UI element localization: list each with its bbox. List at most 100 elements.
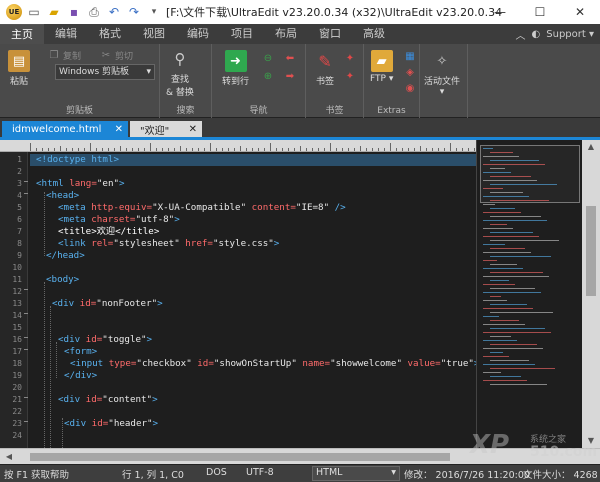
line-number: 18 [12,359,22,368]
status-line-ending[interactable]: DOS [206,467,227,478]
tab-advanced[interactable]: 高级 [352,24,396,44]
paste-button[interactable]: ▤ 粘贴 [8,50,30,87]
doc-tab-welcome[interactable]: "欢迎" ✕ [130,121,202,138]
new-file-icon[interactable]: ▭ [26,4,42,20]
undo-icon[interactable]: ↶ [106,4,122,20]
quick-access-dropdown-icon[interactable]: ▾ [146,4,162,20]
uc-icon: ◉ [405,82,415,94]
maximize-button[interactable]: ☐ [520,0,560,24]
fold-toggle-icon[interactable] [24,181,28,189]
extras-tool1-button[interactable]: ▦ [404,50,416,62]
minimap-line [490,344,537,345]
ruler-tick [174,148,175,151]
close-button[interactable]: ✕ [560,0,600,24]
active-file-button[interactable]: ✧ 活动文件 ▾ [424,50,460,98]
code-line-17: <form> [64,346,98,357]
code-line-21: <div id="content"> [58,394,158,405]
ftp-button[interactable]: ▰ FTP ▾ [370,50,393,84]
ruler-tick [132,148,133,151]
minimize-button[interactable]: — [480,0,520,24]
search-group: ⚲ 查找 & 替换 搜索 [160,44,212,118]
find-replace-button[interactable]: ⚲ 查找 & 替换 [166,48,194,98]
minimap-line [483,228,513,229]
line-number: 4 [17,191,22,200]
close-tab-icon[interactable]: ✕ [189,124,197,135]
close-tab-icon[interactable]: ✕ [115,124,123,135]
theme-icon[interactable]: ◐ [532,29,541,40]
redo-icon[interactable]: ↷ [126,4,142,20]
minimap-viewport[interactable] [480,145,580,203]
scroll-up-icon[interactable]: ▲ [582,140,600,154]
nav-next-button[interactable]: ➡ [284,70,296,82]
chevron-down-icon: ▾ [146,67,151,77]
collapse-ribbon-icon[interactable]: ︿ [516,27,526,42]
ruler-tick [198,148,199,151]
compare-icon: ◈ [406,66,414,78]
tab-view[interactable]: 视图 [132,24,176,44]
status-position[interactable]: 行 1, 列 1, C0 [122,467,184,481]
minimap-line [483,204,495,205]
bookmark-next-button[interactable]: ✦ [344,70,356,82]
extras-tool3-button[interactable]: ◉ [404,82,416,94]
status-encoding[interactable]: UTF-8 [246,467,274,478]
vertical-scroll-thumb[interactable] [586,206,596,296]
fold-toggle-icon[interactable] [24,193,28,201]
goto-line-button[interactable]: ➜ 转到行 [222,50,249,87]
scroll-left-icon[interactable]: ◀ [0,450,18,464]
clipboard-select[interactable]: Windows 剪贴板 ▾ [55,64,155,80]
doc-tab-idmwelcome[interactable]: idmwelcome.html ✕ [2,121,128,138]
fold-toggle-icon[interactable] [24,397,28,405]
watermark-sub: 510.com [530,444,598,460]
fold-toggle-icon[interactable] [24,313,28,321]
copy-button[interactable]: ❐ 复制 [48,49,82,62]
fold-toggle-icon[interactable] [24,289,28,297]
code-editor[interactable]: 1 2 3 4 5 6 7 8 9 10 11 12 13 14 15 16 17 18 19 20 21 22 23 24 … [0,152,476,448]
ruler-tick [246,148,247,151]
clipboard-group: ▤ 粘贴 ❐ 复制 ✂ 剪切 Windows 剪贴板 ▾ 剪贴板 [0,44,160,118]
minimap-line [490,176,531,177]
nav-back2-button[interactable]: ⊕ [262,70,274,82]
minimap-line [483,380,527,381]
tab-layout[interactable]: 布局 [264,24,308,44]
ruler-tick [210,143,211,151]
code-line-5: <meta http-equiv="X-UA-Compatible" conte… [58,202,346,213]
ruler-tick [372,148,373,151]
ultraedit-logo-icon[interactable]: UE [6,4,22,20]
cut-button[interactable]: ✂ 剪切 [100,49,133,62]
ruler-tick [396,148,397,151]
fold-toggle-icon[interactable] [24,337,28,345]
save-icon[interactable]: ▪ [66,4,82,20]
line-number: 21 [12,395,22,404]
nav-back-button[interactable]: ⊖ [262,52,274,64]
pin-icon: ✎ [318,51,332,71]
fold-toggle-icon[interactable] [24,421,28,429]
paste-icon: ▤ [8,50,30,72]
syntax-select[interactable]: HTML ▾ [312,466,400,481]
vertical-scrollbar[interactable]: ▲ ▼ [582,140,600,448]
support-menu[interactable]: Support ▾ [546,29,594,40]
tab-format[interactable]: 格式 [88,24,132,44]
line-number: 3 [17,179,22,188]
nav-prev-button[interactable]: ⬅ [284,52,296,64]
extras-tool2-button[interactable]: ◈ [404,66,416,78]
horizontal-scroll-thumb[interactable] [30,453,450,461]
minimap[interactable] [476,140,582,448]
code-line-4: <head> [46,190,80,201]
bookmark-button[interactable]: ✎ 书签 [314,50,336,88]
ruler-tick [270,143,271,151]
minimap-line [490,264,517,265]
tab-coding[interactable]: 编码 [176,24,220,44]
tab-project[interactable]: 项目 [220,24,264,44]
minimap-line [483,268,523,269]
print-icon[interactable]: ⎙ [86,4,102,20]
fold-toggle-icon[interactable] [24,349,28,357]
minimap-line [490,272,543,273]
open-folder-icon[interactable]: ▰ [46,4,62,20]
line-number-gutter: 1 2 3 4 5 6 7 8 9 10 11 12 13 14 15 16 17 18 19 20 21 22 23 24 [0,152,28,448]
active-file-group: ✧ 活动文件 ▾ [420,44,468,118]
tab-edit[interactable]: 编辑 [44,24,88,44]
code-line-14: <div id="nonFooter"> [52,298,163,309]
tab-window[interactable]: 窗口 [308,24,352,44]
bookmark-prev-button[interactable]: ✦ [344,52,356,64]
tab-home[interactable]: 主页 [0,24,44,44]
